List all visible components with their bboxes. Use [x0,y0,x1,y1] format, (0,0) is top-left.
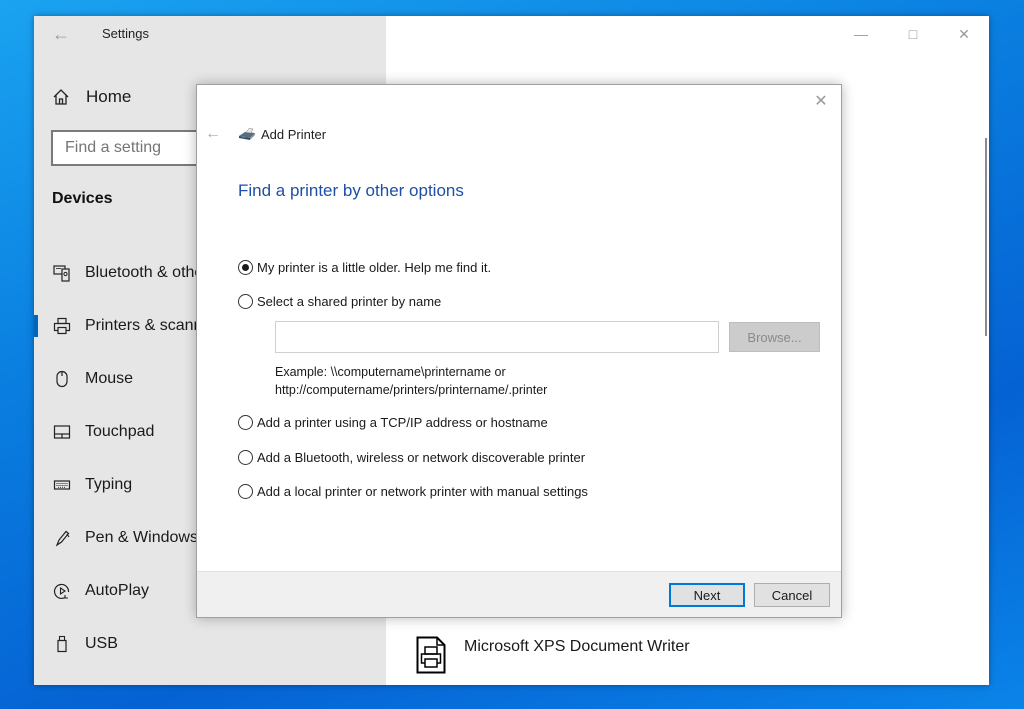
maximize-button[interactable]: □ [901,24,925,44]
main-scrollbar[interactable] [985,138,987,336]
cancel-button[interactable]: Cancel [754,583,830,607]
example-line-1: Example: \\computername\printername or [275,365,506,379]
printer-list-item[interactable]: Microsoft XPS Document Writer [416,636,690,674]
option-tcpip[interactable]: Add a printer using a TCP/IP address or … [238,415,548,430]
shared-printer-name-input[interactable] [275,321,719,353]
dialog-header: Add Printer [237,127,326,142]
document-printer-icon [416,636,446,674]
pen-icon [52,528,72,548]
browse-button[interactable]: Browse... [729,322,820,352]
option-shared-printer[interactable]: Select a shared printer by name [238,294,441,309]
example-text: Example: \\computername\printername or h… [275,363,547,399]
minimize-button[interactable]: — [849,24,873,44]
section-title: Devices [52,190,113,207]
printer-color-icon [237,127,257,142]
sidebar-item-label: Mouse [85,369,134,387]
printer-icon [52,316,72,336]
dialog-close-button[interactable]: ✕ [811,91,831,111]
add-printer-dialog: ✕ ← Add Printer Find a printer by other … [196,84,842,618]
sidebar-item-label: USB [85,634,118,652]
home-icon [52,88,76,106]
keyboard-icon [52,475,72,495]
option-label: Select a shared printer by name [257,294,442,309]
option-label: Add a Bluetooth, wireless or network dis… [257,450,586,465]
dialog-footer: Next Cancel [197,571,841,617]
sidebar-item-home[interactable]: Home [52,84,131,110]
sidebar-item-label: Typing [85,475,133,493]
close-window-button[interactable]: ✕ [952,24,976,44]
touchpad-icon [52,422,72,442]
option-label: Add a printer using a TCP/IP address or … [257,415,548,430]
example-line-2: http://computername/printers/printername… [275,383,548,397]
sidebar-item-label: AutoPlay [85,581,150,599]
usb-icon [52,634,72,654]
back-arrow-icon[interactable]: ← [52,24,72,44]
option-label: My printer is a little older. Help me fi… [257,260,492,275]
option-older-printer[interactable]: My printer is a little older. Help me fi… [238,260,491,275]
radio-button[interactable] [238,415,253,430]
printer-name: Microsoft XPS Document Writer [464,638,690,655]
sidebar-item-label: Touchpad [85,422,155,440]
autoplay-icon [52,581,72,601]
radio-button[interactable] [238,484,253,499]
dialog-title: Add Printer [261,127,327,142]
next-button[interactable]: Next [669,583,745,607]
radio-button[interactable] [238,294,253,309]
window-title: Settings [102,26,149,41]
dialog-back-arrow-icon[interactable]: ← [205,125,221,143]
home-label: Home [86,87,132,106]
radio-button-checked[interactable] [238,260,253,275]
bluetooth-devices-icon [52,263,72,283]
option-local-manual[interactable]: Add a local printer or network printer w… [238,484,588,499]
option-bluetooth-wireless[interactable]: Add a Bluetooth, wireless or network dis… [238,450,585,465]
option-label: Add a local printer or network printer w… [257,484,588,499]
dialog-heading: Find a printer by other options [238,181,464,200]
sidebar-item-usb[interactable]: USB [34,617,386,670]
radio-button[interactable] [238,450,253,465]
mouse-icon [52,369,72,389]
